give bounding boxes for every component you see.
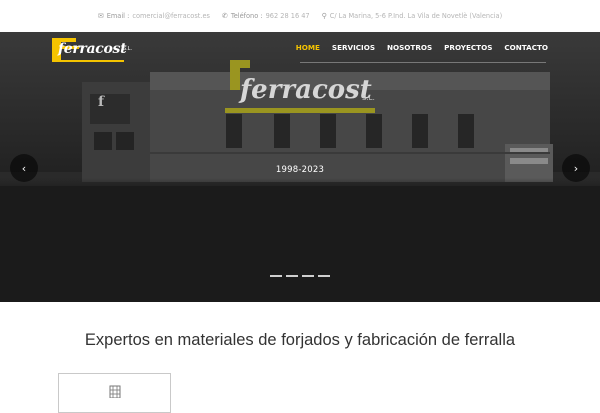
logo-suffix: S.L. (123, 46, 133, 52)
svg-text:ferracost: ferracost (238, 75, 372, 105)
menu-divider (300, 62, 546, 63)
envelope-icon: ✉ (97, 12, 104, 20)
slider-dot[interactable] (286, 275, 298, 277)
slider-pagination (270, 275, 330, 277)
menu-item-servicios[interactable]: SERVICIOS (332, 43, 375, 52)
email-value[interactable]: comercial@ferracost.es (132, 12, 210, 20)
menu-item-contacto[interactable]: CONTACTO (504, 43, 548, 52)
slider-dot[interactable] (270, 275, 282, 277)
hero-slider: f ferracost S.L. ferracost S.L. HOME SER… (0, 32, 600, 302)
map-pin-icon: ⚲ (321, 12, 327, 20)
slider-next-button[interactable]: › (562, 154, 590, 182)
phone-label: Teléfono : (230, 12, 263, 20)
slide-fade (0, 178, 600, 194)
address-value: C/ La Marina, 5-6 P.Ind. La Vila de Nove… (329, 12, 503, 20)
top-info-bar: ✉ Email : comercial@ferracost.es ✆ Teléf… (0, 0, 600, 33)
slider-dot[interactable] (302, 275, 314, 277)
feature-card[interactable] (58, 373, 171, 413)
svg-text:f: f (98, 94, 105, 110)
slide-caption: 1998-2023 (275, 165, 325, 175)
contact-email[interactable]: ✉ Email : comercial@ferracost.es (98, 12, 210, 20)
slider-dot[interactable] (318, 275, 330, 277)
svg-text:S.L.: S.L. (362, 94, 375, 102)
chevron-right-icon: › (573, 161, 579, 175)
contact-address: ⚲ C/ La Marina, 5-6 P.Ind. La Vila de No… (322, 12, 503, 20)
slider-prev-button[interactable]: ‹ (10, 154, 38, 182)
menu-item-proyectos[interactable]: PROYECTOS (444, 43, 492, 52)
email-label: Email : (106, 12, 130, 20)
chevron-left-icon: ‹ (21, 161, 27, 175)
section-heading: Expertos en materiales de forjados y fab… (84, 331, 516, 349)
building-icon (109, 385, 121, 398)
menu-item-home[interactable]: HOME (296, 43, 320, 52)
main-menu: HOME SERVICIOS NOSOTROS PROYECTOS CONTAC… (296, 43, 548, 52)
phone-value[interactable]: 962 28 16 47 (266, 12, 310, 20)
nav-header: ferracost S.L. HOME SERVICIOS NOSOTROS P… (0, 32, 600, 64)
contact-phone[interactable]: ✆ Teléfono : 962 28 16 47 (222, 12, 310, 20)
phone-icon: ✆ (221, 12, 228, 20)
logo-text[interactable]: ferracost (58, 42, 127, 56)
menu-item-nosotros[interactable]: NOSOTROS (387, 43, 432, 52)
